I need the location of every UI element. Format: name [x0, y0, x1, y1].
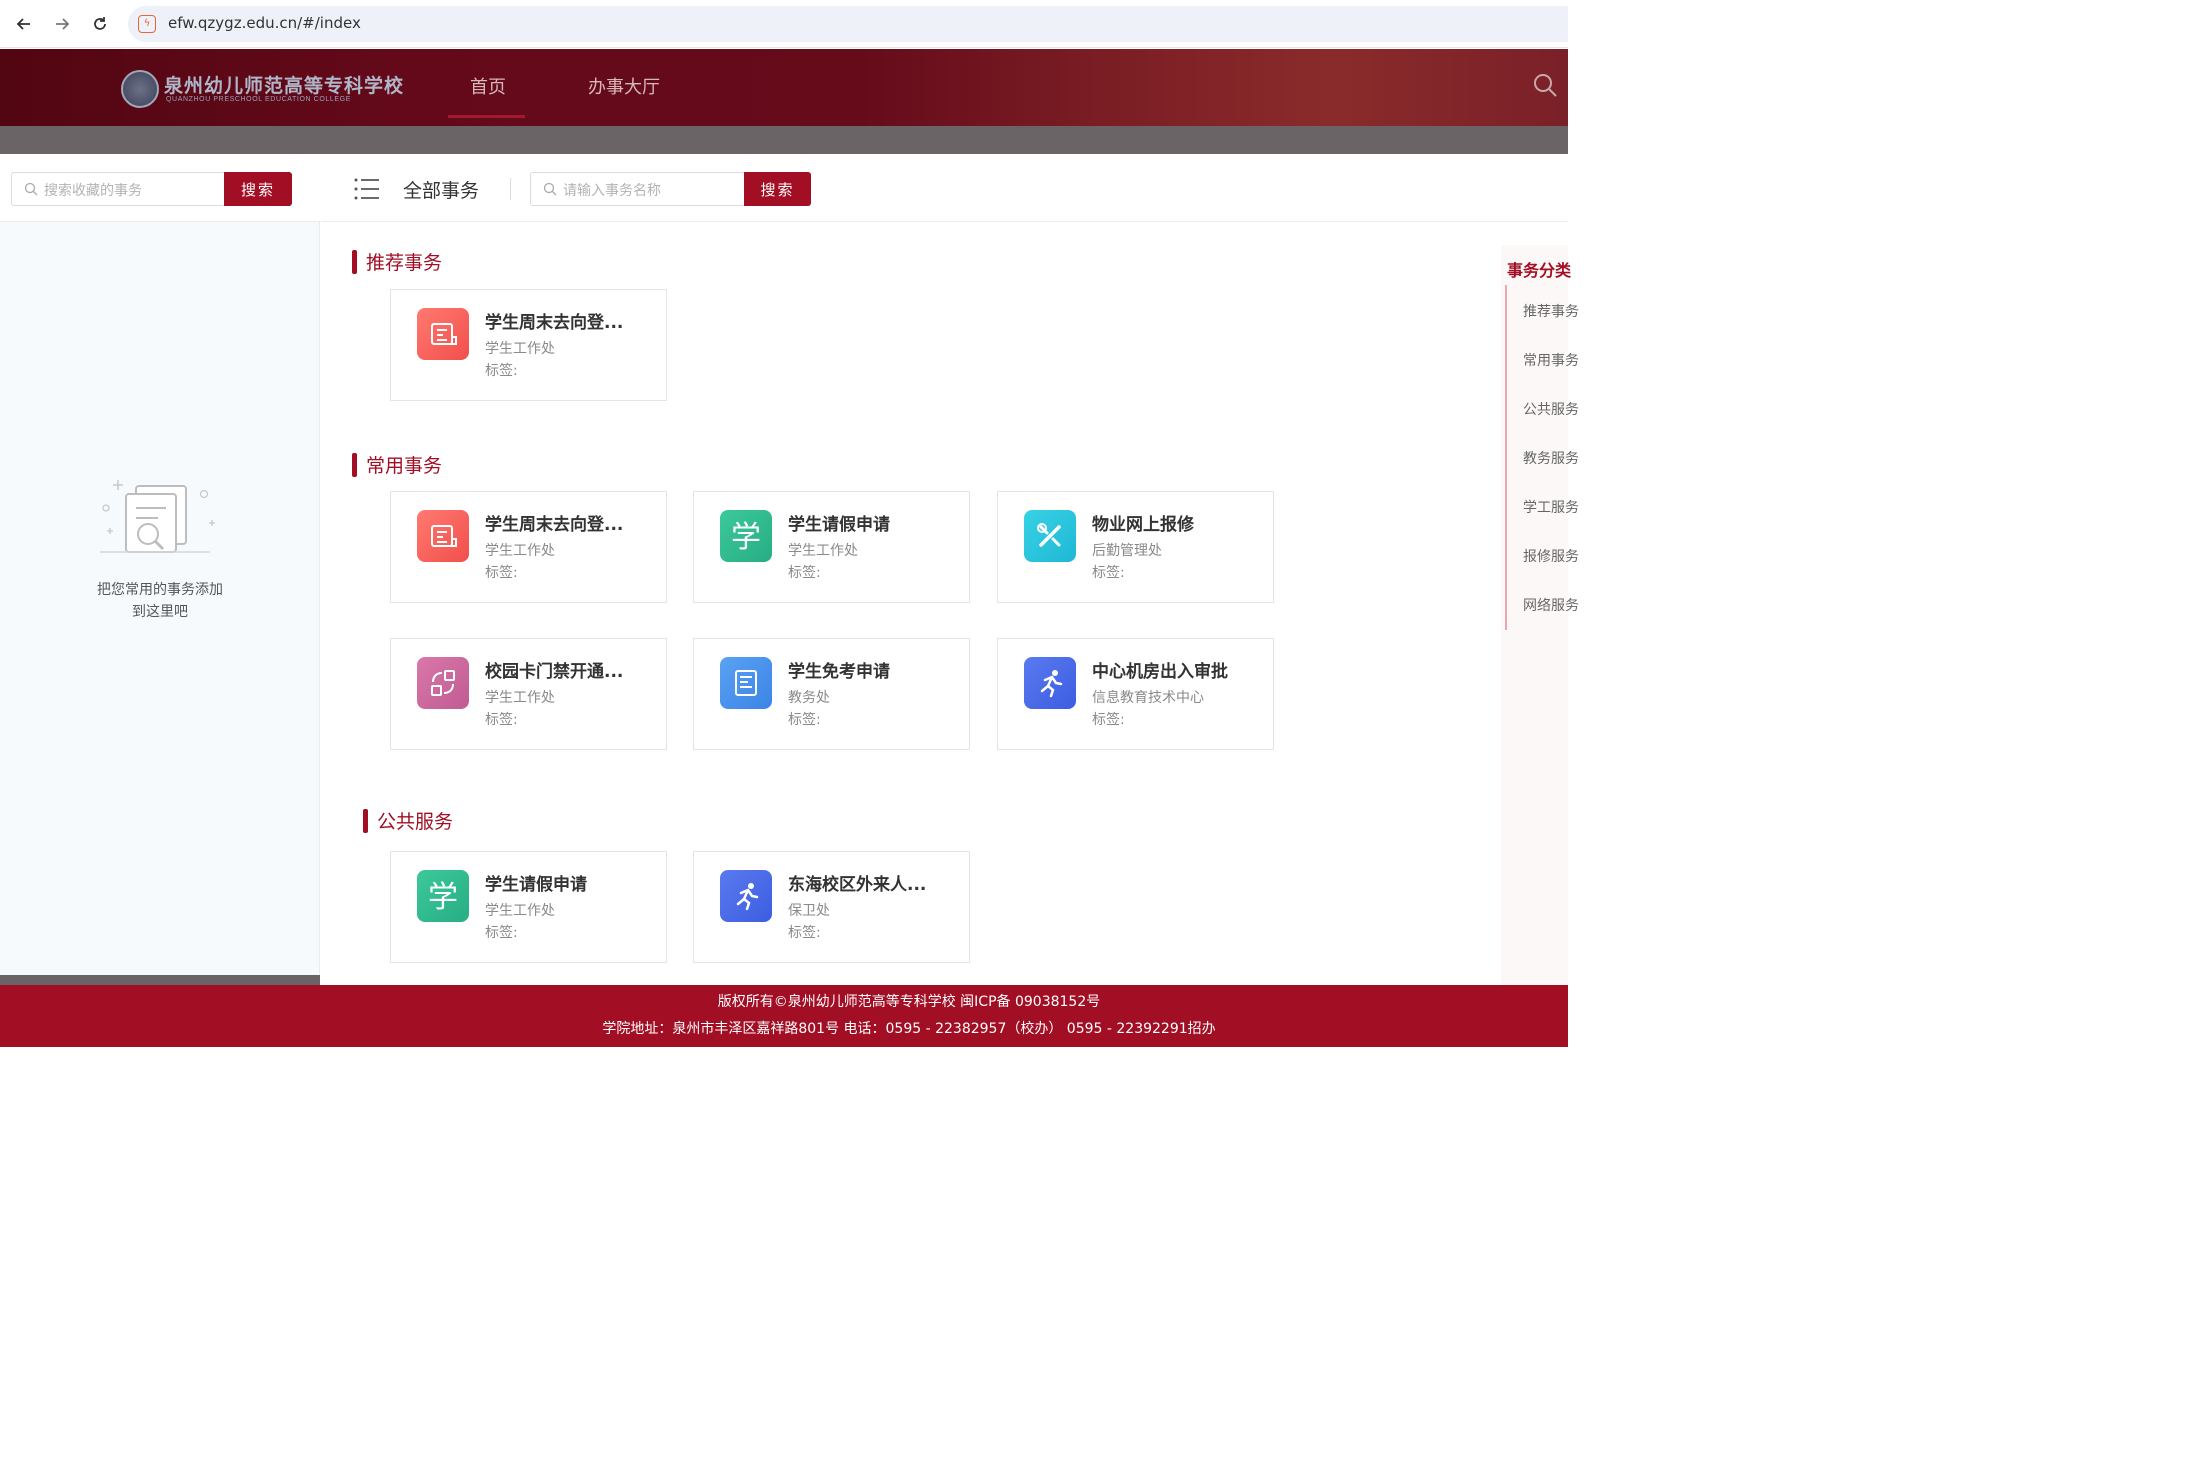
affair-title: 校园卡门禁开通... [485, 662, 624, 682]
affair-search-button[interactable]: 搜索 [744, 172, 811, 206]
footer-copyright: 版权所有©泉州幼儿师范高等专科学校 闽ICP备 09038152号 [717, 994, 1101, 1010]
affair-tag-label: 标签: [1092, 712, 1125, 728]
site-header: 泉州幼儿师范高等专科学校 QUANZHOU PRESCHOOL EDUCATIO… [0, 49, 1568, 126]
back-arrow-icon[interactable] [10, 10, 38, 38]
category-item[interactable]: 学工服务 [1523, 497, 1579, 517]
affair-title: 学生免考申请 [788, 662, 890, 682]
affair-tag-label: 标签: [485, 565, 518, 581]
forward-arrow-icon[interactable] [48, 10, 76, 38]
category-item[interactable]: 常用事务 [1523, 350, 1579, 370]
category-item[interactable]: 推荐事务 [1523, 301, 1579, 321]
list-menu-icon[interactable] [354, 178, 380, 200]
scroll-icon [417, 510, 469, 562]
affair-search-input[interactable]: 请输入事务名称 [530, 172, 744, 206]
xue-character-icon: 学 [720, 510, 772, 562]
affair-department: 学生工作处 [788, 543, 858, 559]
affair-tag-label: 标签: [485, 925, 518, 941]
affair-tag-label: 标签: [788, 565, 821, 581]
category-item[interactable]: 教务服务 [1523, 448, 1579, 468]
all-affairs-label[interactable]: 全部事务 [403, 176, 479, 203]
nav-service-hall[interactable]: 办事大厅 [588, 73, 660, 99]
affair-tag-label: 标签: [788, 925, 821, 941]
affair-search-placeholder: 请输入事务名称 [563, 183, 661, 199]
svg-text:学: 学 [731, 520, 761, 555]
url-text: efw.qzygz.edu.cn/#/index [168, 14, 361, 32]
section-title-recommended: 推荐事务 [352, 248, 442, 275]
main-content: 全部事务 请输入事务名称 搜索 推荐事务 学生周末去向登... 学生工作处 标签… [321, 154, 1568, 985]
svg-text:学: 学 [428, 880, 458, 915]
affair-department: 教务处 [788, 690, 830, 706]
affair-title: 东海校区外来人... [788, 875, 927, 895]
affair-department: 信息教育技术中心 [1092, 690, 1204, 706]
site-info-icon[interactable]: ϟ [138, 15, 156, 33]
site-footer: 版权所有©泉州幼儿师范高等专科学校 闽ICP备 09038152号 学院地址：泉… [0, 985, 1568, 1047]
affair-card[interactable]: 学生免考申请 教务处 标签: [693, 638, 970, 750]
affair-title: 中心机房出入审批 [1092, 662, 1228, 682]
reload-icon[interactable] [86, 10, 114, 38]
empty-message-line1: 把您常用的事务添加 [97, 582, 223, 598]
search-icon [543, 182, 557, 196]
running-person-icon [720, 870, 772, 922]
footer-address: 学院地址：泉州市丰泽区嘉祥路801号 电话：0595 - 22382957（校办… [602, 1021, 1216, 1037]
affair-card[interactable]: 学生周末去向登... 学生工作处 标签: [390, 491, 667, 603]
swap-arrows-icon [417, 657, 469, 709]
left-panel-bottom-band [0, 975, 320, 985]
affair-title: 学生请假申请 [485, 875, 587, 895]
affair-title: 学生周末去向登... [485, 515, 624, 535]
affair-tag-label: 标签: [1092, 565, 1125, 581]
category-indicator-line [1505, 285, 1507, 630]
affair-tag-label: 标签: [788, 712, 821, 728]
section-title-common: 常用事务 [352, 451, 442, 478]
affair-card[interactable]: 校园卡门禁开通... 学生工作处 标签: [390, 638, 667, 750]
nav-home[interactable]: 首页 [470, 73, 506, 99]
affair-department: 后勤管理处 [1092, 543, 1162, 559]
favorites-search-input[interactable]: 搜索收藏的事务 [11, 172, 225, 206]
section-title-public: 公共服务 [363, 807, 453, 834]
category-title: 事务分类 [1507, 261, 1572, 280]
affair-card[interactable]: 东海校区外来人... 保卫处 标签: [693, 851, 970, 963]
affair-department: 学生工作处 [485, 690, 555, 706]
empty-favorites-illustration-icon [100, 480, 215, 553]
affair-card[interactable]: 物业网上报修 后勤管理处 标签: [997, 491, 1274, 603]
document-icon [720, 657, 772, 709]
affair-card[interactable]: 学 学生请假申请 学生工作处 标签: [390, 851, 667, 963]
affair-tag-label: 标签: [485, 363, 518, 379]
address-bar[interactable]: ϟ efw.qzygz.edu.cn/#/index [128, 6, 1568, 42]
all-affairs-bar: 全部事务 请输入事务名称 搜索 [321, 154, 1568, 222]
empty-favorites-message: 把您常用的事务添加 到这里吧 [60, 579, 260, 623]
favorites-search-bar: 搜索收藏的事务 搜索 [0, 154, 320, 222]
search-icon [24, 182, 38, 196]
affair-department: 学生工作处 [485, 341, 555, 357]
running-person-icon [1024, 657, 1076, 709]
affair-department: 保卫处 [788, 903, 830, 919]
affair-card[interactable]: 学 学生请假申请 学生工作处 标签: [693, 491, 970, 603]
logo-english-name: QUANZHOU PRESCHOOL EDUCATION COLLEGE [166, 96, 351, 103]
header-shadow-band [0, 126, 1568, 154]
header-search-icon[interactable] [1531, 71, 1561, 101]
empty-message-line2: 到这里吧 [132, 604, 188, 620]
affair-title: 学生请假申请 [788, 515, 890, 535]
favorites-search-button[interactable]: 搜索 [224, 172, 292, 206]
category-panel: 事务分类 推荐事务 常用事务 公共服务 教务服务 学工服务 报修服务 网络服务 [1501, 245, 1579, 985]
favorites-search-placeholder: 搜索收藏的事务 [44, 183, 142, 199]
nav-active-underline [448, 115, 525, 118]
affair-title: 学生周末去向登... [485, 313, 624, 333]
affair-title: 物业网上报修 [1092, 515, 1194, 535]
vertical-divider [510, 178, 511, 200]
affair-card[interactable]: 学生周末去向登... 学生工作处 标签: [390, 289, 667, 401]
affair-department: 学生工作处 [485, 543, 555, 559]
college-emblem-icon [121, 70, 159, 108]
category-item[interactable]: 网络服务 [1523, 595, 1579, 615]
affair-card[interactable]: 中心机房出入审批 信息教育技术中心 标签: [997, 638, 1274, 750]
category-item[interactable]: 公共服务 [1523, 399, 1579, 419]
affair-tag-label: 标签: [485, 712, 518, 728]
affair-department: 学生工作处 [485, 903, 555, 919]
xue-character-icon: 学 [417, 870, 469, 922]
browser-toolbar: ϟ efw.qzygz.edu.cn/#/index [0, 0, 1568, 48]
logo-chinese-name: 泉州幼儿师范高等专科学校 [164, 75, 405, 97]
wrench-pencil-icon [1024, 510, 1076, 562]
favorites-panel: 搜索收藏的事务 搜索 把您常用的事务添加 到这里吧 [0, 154, 320, 985]
category-item[interactable]: 报修服务 [1523, 546, 1579, 566]
scroll-icon [417, 308, 469, 360]
